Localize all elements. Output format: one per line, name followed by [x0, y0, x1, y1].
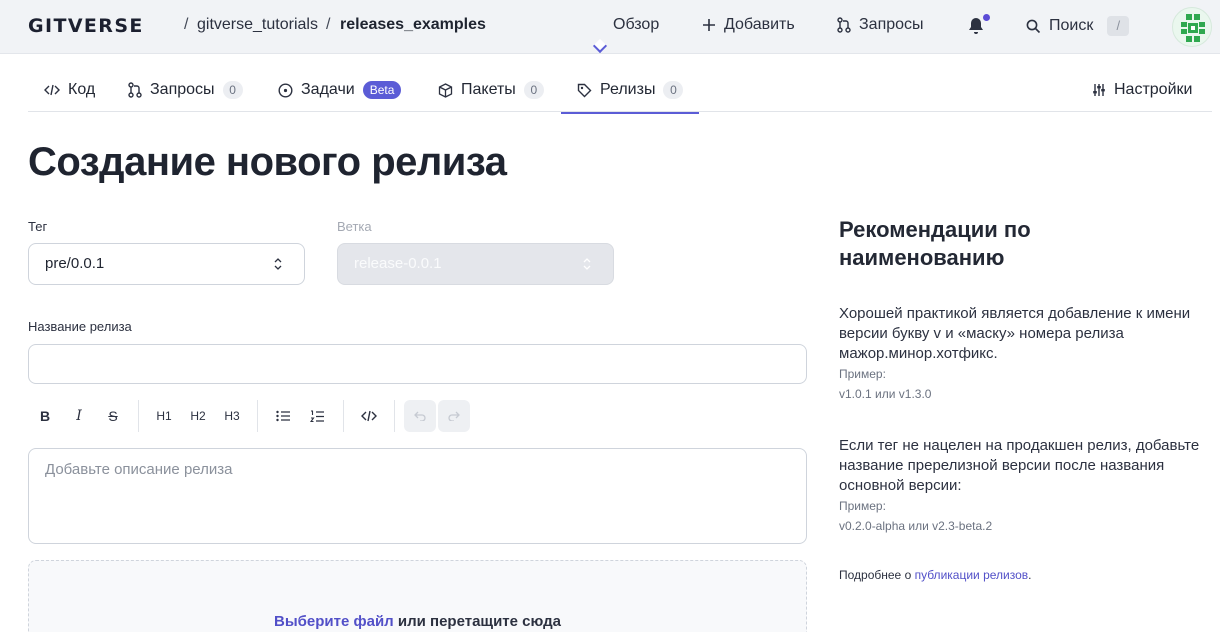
- example-label-2: Пример:: [839, 499, 886, 513]
- tab-packages-label: Пакеты: [461, 81, 516, 98]
- tag-icon: [577, 83, 592, 97]
- italic-button[interactable]: I: [63, 400, 95, 432]
- pull-request-icon: [837, 17, 851, 33]
- publish-releases-link[interactable]: публикации релизов: [915, 568, 1029, 582]
- toolbar-divider: [394, 400, 395, 432]
- plus-icon: [703, 19, 715, 31]
- tab-code-label: Код: [68, 81, 96, 98]
- toolbar-divider: [343, 400, 344, 432]
- repo-tabs: Код Запросы 0 Задачи Beta Пакеты 0 Релиз…: [28, 68, 1212, 114]
- code-block-button[interactable]: [353, 400, 385, 432]
- release-description-textarea[interactable]: Добавьте описание релиза: [28, 448, 807, 544]
- tab-settings[interactable]: Настройки: [1092, 68, 1192, 112]
- tab-requests-count: 0: [222, 81, 243, 99]
- tab-releases-count: 0: [663, 81, 684, 99]
- top-bar: GITVERSE / gitverse_tutorials / releases…: [0, 0, 1220, 54]
- tab-code[interactable]: Код: [44, 68, 95, 112]
- tab-settings-label: Настройки: [1114, 81, 1193, 98]
- nav-add-label: Добавить: [724, 16, 795, 33]
- heading2-button[interactable]: H2: [182, 400, 214, 432]
- breadcrumb-repo[interactable]: releases_examples: [340, 16, 486, 34]
- toolbar-divider: [257, 400, 258, 432]
- code-icon: [44, 84, 60, 96]
- dropzone-text: Выберите файл или перетащите сюда: [29, 613, 806, 630]
- tab-releases[interactable]: Релизы 0: [560, 68, 700, 114]
- branch-select-value: release-0.0.1: [354, 255, 442, 272]
- tag-select-value: pre/0.0.1: [45, 255, 105, 272]
- breadcrumb-owner[interactable]: gitverse_tutorials: [197, 16, 318, 34]
- choose-file-link[interactable]: Выберите файл: [274, 613, 394, 630]
- gitverse-logo[interactable]: GITVERSE: [28, 15, 144, 37]
- recommendation-paragraph-2: Если тег не нацелен на продакшен релиз, …: [839, 437, 1200, 494]
- sliders-icon: [1093, 84, 1105, 96]
- page-title: Создание нового релиза: [28, 140, 507, 184]
- branch-select: release-0.0.1: [337, 243, 614, 285]
- undo-icon: [414, 411, 426, 421]
- notification-dot: [983, 14, 990, 21]
- nav-overview[interactable]: Обзор: [613, 16, 659, 34]
- pull-request-icon: [128, 82, 142, 98]
- search-icon: [1026, 19, 1041, 33]
- chevron-updown-icon: [274, 258, 282, 270]
- learn-more-prefix: Подробнее о: [839, 568, 912, 582]
- avatar[interactable]: [1172, 7, 1212, 47]
- search-button[interactable]: Поиск /: [1026, 16, 1130, 36]
- tag-label: Тег: [28, 219, 48, 234]
- release-name-input[interactable]: [28, 344, 807, 384]
- example-value-1: v1.0.1 или v1.3.0: [839, 387, 932, 401]
- breadcrumb-separator: /: [184, 16, 189, 33]
- tab-packages-count: 0: [523, 81, 544, 99]
- nav-overview-label: Обзор: [613, 16, 660, 33]
- package-icon: [438, 82, 453, 98]
- naming-recommendations-title: Рекомендации по наименованию: [839, 217, 1031, 270]
- file-dropzone[interactable]: Выберите файл или перетащите сюда: [28, 560, 807, 632]
- numbered-list-icon: [310, 409, 324, 422]
- beta-badge: Beta: [362, 81, 402, 99]
- tab-releases-label: Релизы: [600, 81, 656, 98]
- search-shortcut-key: /: [1107, 16, 1130, 36]
- code-icon: [361, 410, 377, 422]
- tab-issues-label: Задачи: [301, 81, 355, 98]
- nav-requests-label: Запросы: [859, 16, 924, 33]
- redo-button[interactable]: [438, 400, 470, 432]
- nav-add-button[interactable]: Добавить: [702, 16, 795, 34]
- undo-button[interactable]: [404, 400, 436, 432]
- learn-more-suffix: .: [1028, 568, 1032, 582]
- description-placeholder: Добавьте описание релиза: [45, 461, 233, 478]
- bullet-list-icon: [276, 410, 290, 422]
- redo-icon: [448, 411, 460, 421]
- release-name-label: Название релиза: [28, 319, 132, 334]
- branch-label: Ветка: [337, 219, 372, 234]
- tab-requests[interactable]: Запросы 0: [128, 68, 243, 112]
- nav-requests[interactable]: Запросы: [837, 16, 924, 34]
- recommendation-paragraph-1: Хорошей практикой является добавление к …: [839, 305, 1191, 362]
- heading3-button[interactable]: H3: [216, 400, 248, 432]
- tab-packages[interactable]: Пакеты 0: [438, 68, 544, 112]
- issue-icon: [278, 82, 293, 98]
- numbered-list-button[interactable]: [301, 400, 333, 432]
- example-value-2: v0.2.0-alpha или v2.3-beta.2: [839, 519, 993, 533]
- search-label: Поиск: [1049, 17, 1094, 34]
- strikethrough-button[interactable]: S: [97, 400, 129, 432]
- toolbar-divider: [138, 400, 139, 432]
- bold-button[interactable]: B: [29, 400, 61, 432]
- bell-icon[interactable]: [968, 17, 984, 35]
- learn-more-text: Подробнее о публикации релизов.: [839, 568, 1031, 582]
- breadcrumb-separator: /: [326, 16, 331, 33]
- avatar-identicon: [1181, 14, 1205, 42]
- chevron-updown-icon: [583, 258, 591, 270]
- tab-requests-label: Запросы: [150, 81, 215, 98]
- bullet-list-button[interactable]: [267, 400, 299, 432]
- tab-issues[interactable]: Задачи Beta: [278, 68, 402, 112]
- example-label-1: Пример:: [839, 367, 886, 381]
- dropzone-hint: или перетащите сюда: [397, 613, 561, 630]
- tag-select[interactable]: pre/0.0.1: [28, 243, 305, 285]
- heading1-button[interactable]: H1: [148, 400, 180, 432]
